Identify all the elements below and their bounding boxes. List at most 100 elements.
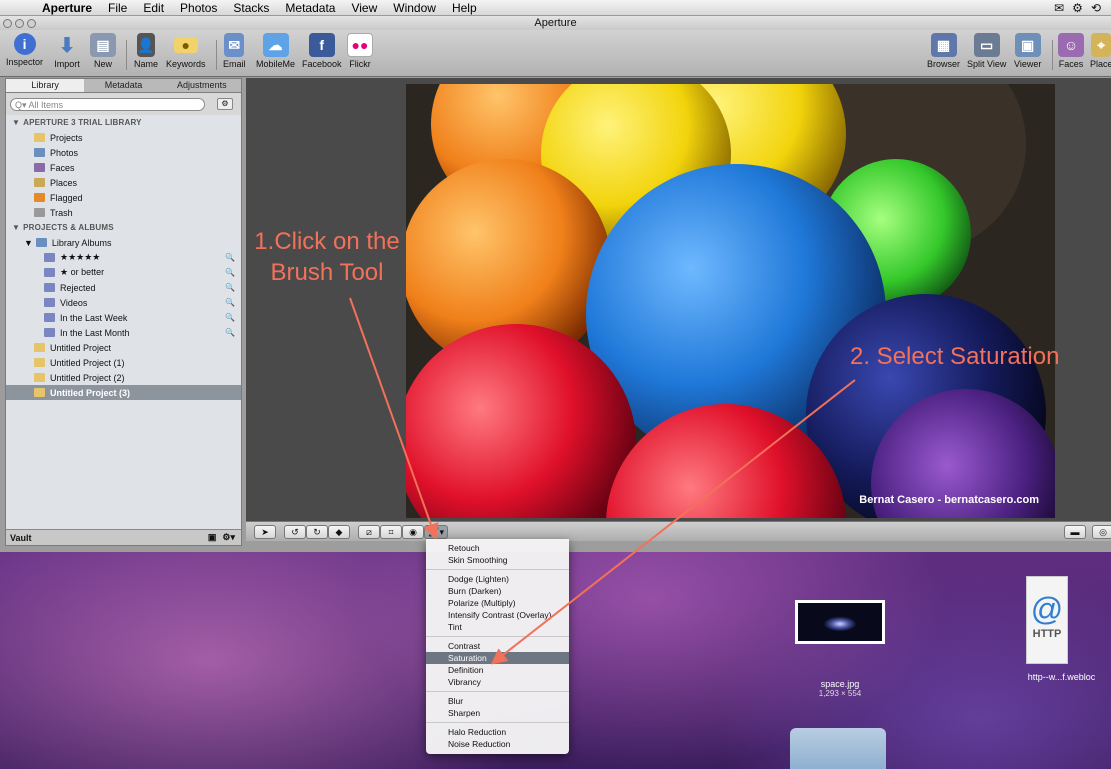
section-header-library[interactable]: ▼ APERTURE 3 TRIAL LIBRARY [6,115,241,130]
fullscreen-button[interactable]: ▬ [1064,525,1086,539]
sidebar-item-places[interactable]: Places [6,175,241,190]
sidebar-item-library-albums[interactable]: ▼ Library Albums [6,235,241,250]
sidebar-item-faces[interactable]: Faces [6,160,241,175]
tab-adjustments[interactable]: Adjustments [163,79,241,92]
facebook-button[interactable]: f Facebook [302,33,342,69]
album-item[interactable]: Videos 🔍 [6,295,241,310]
zoom-button[interactable] [27,18,36,28]
menu-item-halo-reduction[interactable]: Halo Reduction [426,726,569,738]
album-item[interactable]: In the Last Week 🔍 [6,310,241,325]
folder-icon[interactable] [790,728,886,769]
menu-item-saturation[interactable]: Saturation [426,652,569,664]
import-arrow-icon: ⬇ [58,34,76,57]
photo-image[interactable]: Bernat Casero - bernatcasero.com [406,84,1055,518]
project-icon [34,388,45,397]
new-button[interactable]: ▤ New [90,33,116,69]
rotate-right-button[interactable]: ↻ [306,525,328,539]
menu-item-definition[interactable]: Definition [426,664,569,676]
tab-metadata[interactable]: Metadata [84,79,162,92]
desktop-file-space[interactable]: space.jpg 1,293 × 554 [790,600,890,698]
menu-photos[interactable]: Photos [172,1,225,15]
sidebar-item-projects[interactable]: Projects [6,130,241,145]
import-button[interactable]: ⬇ Import [54,33,80,70]
section-header-projects[interactable]: ▼ PROJECTS & ALBUMS [6,220,241,235]
quick-fix-button[interactable]: ◆ [328,525,350,539]
gear-icon[interactable]: ⚙ [217,98,233,110]
name-person-icon: 👤 [137,33,155,57]
project-label: Untitled Project (3) [50,387,131,398]
menu-metadata[interactable]: Metadata [277,1,343,15]
vault-add-icon[interactable]: ▣ [208,532,217,543]
info-icon: i [13,33,36,55]
menu-item-noise-reduction[interactable]: Noise Reduction [426,738,569,750]
album-item[interactable]: Rejected 🔍 [6,280,241,295]
menu-help[interactable]: Help [444,1,485,15]
smart-album-icon [44,268,55,277]
albums-folder-icon [35,238,47,247]
menu-item-skin-smoothing[interactable]: Skin Smoothing [426,554,569,566]
name-button[interactable]: 👤 Name [134,33,158,69]
album-item[interactable]: ★ or better 🔍 [6,265,241,280]
minimize-button[interactable] [15,18,24,28]
project-item[interactable]: Untitled Project [6,340,241,355]
split-view-button[interactable]: ▭ Split View [967,33,1006,69]
menu-view[interactable]: View [343,1,385,15]
browser-button[interactable]: ▦ Browser [927,33,960,69]
inspector-label: Inspector [6,57,44,67]
sidebar-item-label: Faces [50,162,75,173]
menu-item-dodge[interactable]: Dodge (Lighten) [426,573,569,585]
menu-item-polarize[interactable]: Polarize (Multiply) [426,597,569,609]
project-item-selected[interactable]: Untitled Project (3) [6,385,241,400]
project-item[interactable]: Untitled Project (2) [6,370,241,385]
menu-item-intensify-contrast[interactable]: Intensify Contrast (Overlay) [426,609,569,621]
menu-file[interactable]: File [100,1,135,15]
sidebar-item-flagged[interactable]: Flagged [6,190,241,205]
menu-aperture[interactable]: Aperture [34,1,100,15]
cloud-icon: ☁ [262,33,289,57]
annotation-step1-line2: Brush Tool [270,259,384,286]
vault-gear-icon[interactable]: ⚙▾ [222,532,235,543]
menu-window[interactable]: Window [385,1,444,15]
viewer-mode-button[interactable]: ◎ [1092,525,1111,539]
desktop-file-webloc[interactable]: @ HTTP http--w...f.webloc [1012,576,1111,682]
album-item[interactable]: In the Last Month 🔍 [6,325,241,340]
email-button[interactable]: ✉ Email [223,33,246,69]
straighten-tool-button[interactable]: ⧄ [358,525,380,539]
album-item[interactable]: ★★★★★ 🔍 [6,250,241,265]
close-button[interactable] [3,18,12,28]
sidebar-item-trash[interactable]: Trash [6,205,241,220]
album-label: Videos [60,297,88,308]
faces-button[interactable]: ☺ Faces [1058,33,1084,69]
sidebar-item-photos[interactable]: Photos [6,145,241,160]
menu-item-blur[interactable]: Blur [426,695,569,707]
menu-stacks[interactable]: Stacks [225,1,277,15]
menu-item-vibrancy[interactable]: Vibrancy [426,676,569,688]
mobileme-label: MobileMe [256,59,296,69]
mail-status-icon[interactable]: ✉ [1054,1,1064,15]
menu-item-burn[interactable]: Burn (Darken) [426,585,569,597]
crop-tool-button[interactable]: ⌗ [380,525,402,539]
window-title: Aperture [534,17,577,29]
rotate-left-button[interactable]: ↺ [284,525,306,539]
time-machine-icon[interactable]: ⟲ [1091,1,1101,15]
menu-edit[interactable]: Edit [135,1,172,15]
flickr-button[interactable]: ●● Flickr [347,33,373,69]
mobileme-button[interactable]: ☁ MobileMe [256,33,295,69]
brush-tool-button[interactable]: 🖌▾ [424,525,448,539]
viewer-button[interactable]: ▣ Viewer [1014,33,1041,69]
menu-item-retouch[interactable]: Retouch [426,542,569,554]
places-button[interactable]: ⌖ Place [1090,33,1111,69]
library-search-input[interactable]: Q▾ All Items [10,97,205,111]
menu-item-tint[interactable]: Tint [426,621,569,633]
menu-item-sharpen[interactable]: Sharpen [426,707,569,719]
keywords-button[interactable]: ● Keywords [166,33,206,69]
sync-status-icon[interactable]: ⚙ [1072,1,1083,15]
select-tool-button[interactable]: ➤ [254,525,276,539]
menu-item-contrast[interactable]: Contrast [426,640,569,652]
smart-album-icon [44,298,55,307]
inspector-button[interactable]: i Inspector [6,33,43,67]
search-icon: 🔍 [225,268,235,277]
project-item[interactable]: Untitled Project (1) [6,355,241,370]
tab-library[interactable]: Library [6,79,85,92]
red-eye-tool-button[interactable]: ◉ [402,525,424,539]
